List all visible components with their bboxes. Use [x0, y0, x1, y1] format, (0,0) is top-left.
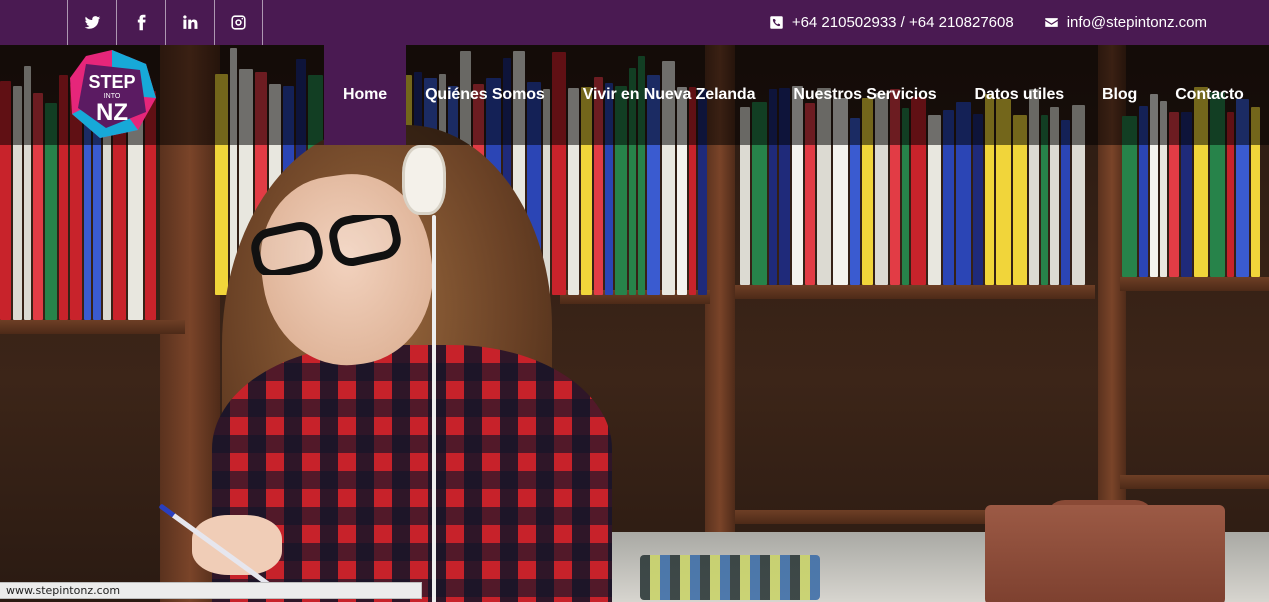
nav-nuestros-servicios[interactable]: Nuestros Servicios: [774, 45, 955, 145]
leather-bag: [985, 505, 1225, 602]
shelf-board: [735, 285, 1095, 299]
email-contact[interactable]: info@stepintonz.com: [1044, 14, 1207, 31]
status-url: www.stepintonz.com: [6, 584, 121, 597]
twitter-icon: [84, 16, 100, 29]
nav-home[interactable]: Home: [324, 45, 407, 145]
social-links: [67, 0, 263, 45]
shelf-board: [1120, 475, 1269, 489]
phone-icon: [770, 16, 783, 29]
facebook-link[interactable]: [116, 0, 165, 45]
envelope-icon: [1044, 18, 1058, 27]
linkedin-link[interactable]: [165, 0, 214, 45]
facebook-icon: [137, 14, 146, 31]
nav-blog[interactable]: Blog: [1083, 45, 1156, 145]
browser-status-bar: www.stepintonz.com: [0, 582, 422, 599]
headphone: [402, 145, 446, 215]
phone-contact[interactable]: +64 210502933 / +64 210827608: [769, 14, 1014, 31]
main-nav: Home Quiénes Somos Vivir en Nueva Zeland…: [324, 45, 1263, 145]
instagram-link[interactable]: [214, 0, 263, 45]
nav-quienes-somos[interactable]: Quiénes Somos: [406, 45, 564, 145]
nav-contacto[interactable]: Contacto: [1156, 45, 1263, 145]
site-logo[interactable]: STEP INTO NZ: [66, 48, 158, 140]
phone-number: +64 210502933 / +64 210827608: [791, 14, 1014, 31]
person-hand: [192, 515, 282, 575]
top-bar: +64 210502933 / +64 210827608 info@stepi…: [0, 0, 1269, 45]
contact-info: +64 210502933 / +64 210827608 info@stepi…: [739, 0, 1207, 45]
glasses-icon: [251, 215, 401, 275]
headphone-cable: [432, 215, 436, 602]
nav-datos-utiles[interactable]: Datos utiles: [956, 45, 1084, 145]
logo-step: STEP: [88, 72, 135, 92]
instagram-icon: [231, 15, 246, 30]
pencil-case: [640, 555, 820, 600]
email-address: info@stepintonz.com: [1066, 14, 1207, 31]
linkedin-icon: [182, 15, 197, 29]
twitter-link[interactable]: [67, 0, 116, 45]
shelf-board: [1120, 277, 1269, 291]
shelf-board: [0, 320, 185, 334]
nav-vivir-en-nueva-zelanda[interactable]: Vivir en Nueva Zelanda: [564, 45, 775, 145]
logo-nz: NZ: [96, 99, 128, 126]
